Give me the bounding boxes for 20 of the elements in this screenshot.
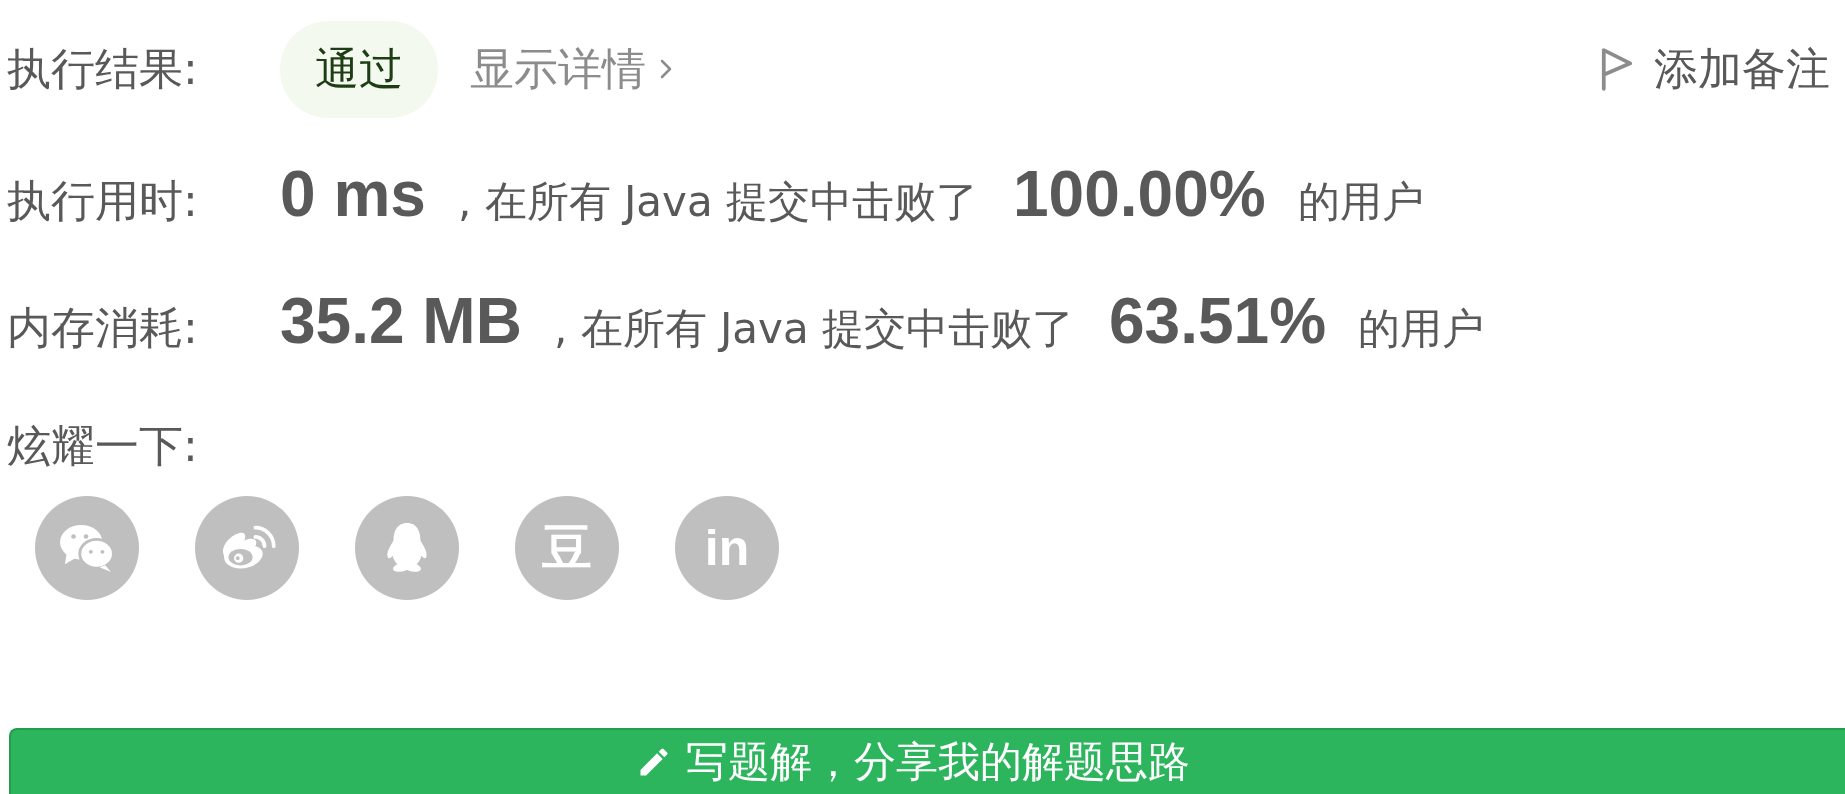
percent-value: 100.00% xyxy=(1013,158,1266,232)
add-note-button[interactable]: 添加备注 xyxy=(1600,43,1830,96)
write-solution-button[interactable]: 写题解，分享我的解题思路 xyxy=(9,728,1845,794)
percent-value: 63.51% xyxy=(1109,285,1327,359)
flag-icon xyxy=(1600,47,1634,92)
share-label: 炫耀一下: xyxy=(7,419,198,473)
stat-label: 执行用时: xyxy=(7,175,198,228)
stat-label: 内存消耗: xyxy=(7,302,198,355)
stat-value: 35.2 MB xyxy=(280,285,522,359)
comparison-text: , 在所有 Java 提交中击败了 xyxy=(457,177,978,228)
suffix-text: 的用户 xyxy=(1297,177,1424,228)
share-button[interactable]: in xyxy=(675,496,779,600)
result-label: 执行结果: xyxy=(7,43,198,96)
comparison-text: , 在所有 Java 提交中击败了 xyxy=(553,304,1074,355)
suffix-text: 的用户 xyxy=(1358,304,1485,355)
show-details-link[interactable]: 显示详情 xyxy=(470,43,672,96)
share-button[interactable]: 豆 xyxy=(515,496,619,600)
result-status: 通过 xyxy=(280,21,438,118)
chevron-right-icon xyxy=(660,59,672,80)
stat-value: 0 ms xyxy=(280,158,426,232)
